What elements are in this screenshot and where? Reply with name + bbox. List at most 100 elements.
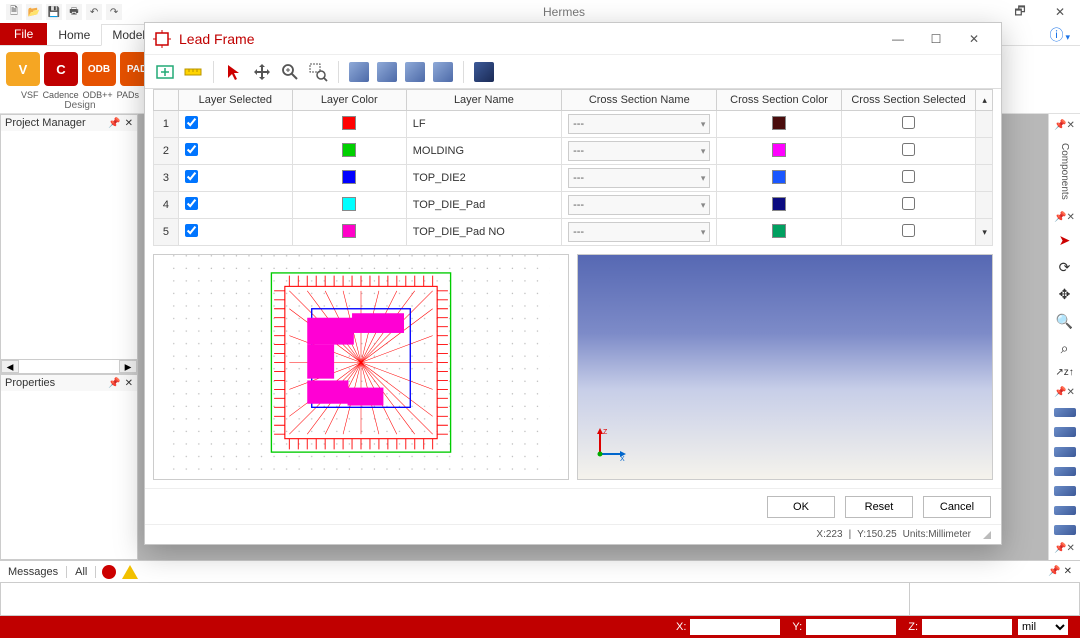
layer-selected-checkbox[interactable] (185, 143, 198, 156)
orbit-tool-icon[interactable]: ⟳ (1054, 258, 1076, 277)
panel-close-icon[interactable]: ✕ (125, 118, 133, 129)
layer-selected-checkbox[interactable] (185, 116, 198, 129)
view-iso-icon[interactable] (1054, 408, 1076, 418)
pin-icon[interactable]: 📌 ✕ (1040, 566, 1080, 577)
scroll-left-icon[interactable]: ◂ (1, 360, 19, 373)
scroll-down-icon[interactable]: ▾ (976, 219, 993, 246)
cross-section-select[interactable]: --- (568, 195, 710, 215)
qat-redo-icon[interactable]: ↷ (106, 4, 122, 20)
col-layer-selected[interactable]: Layer Selected (178, 90, 292, 111)
cs-selected-checkbox[interactable] (902, 143, 915, 156)
import-icon[interactable] (153, 60, 177, 84)
axis-icon[interactable]: ↗z↑ (1054, 366, 1076, 379)
scroll-up-icon[interactable]: ▴ (976, 90, 993, 111)
messages-all-label[interactable]: All (67, 566, 96, 578)
cross-section-select[interactable]: --- (568, 141, 710, 161)
design-odb-button[interactable]: ODB (82, 52, 116, 86)
preview-3d[interactable]: Z X (577, 254, 993, 480)
cross-section-select[interactable]: --- (568, 222, 710, 242)
cross-section-select[interactable]: --- (568, 168, 710, 188)
project-manager-body[interactable] (1, 131, 137, 359)
warning-filter-icon[interactable] (122, 565, 138, 579)
layer-name-cell[interactable]: TOP_DIE2 (406, 165, 561, 192)
close-icon[interactable]: ✕ (1040, 0, 1080, 24)
design-vsf-button[interactable]: V (6, 52, 40, 86)
properties-body[interactable] (1, 391, 137, 559)
qat-new-icon[interactable]: 🗎 (6, 4, 22, 20)
pin-icon[interactable]: 📌✕ (1054, 212, 1075, 223)
col-layer-name[interactable]: Layer Name (406, 90, 561, 111)
tab-home[interactable]: Home (47, 24, 101, 45)
cs-selected-checkbox[interactable] (902, 116, 915, 129)
layer-color-swatch[interactable] (342, 170, 356, 184)
design-cadence-button[interactable]: C (44, 52, 78, 86)
dialog-maximize-icon[interactable]: ☐ (917, 24, 955, 54)
layer-name-cell[interactable]: TOP_DIE_Pad (406, 192, 561, 219)
layer-selected-checkbox[interactable] (185, 197, 198, 210)
cs-color-swatch[interactable] (772, 170, 786, 184)
layer-color-swatch[interactable] (342, 116, 356, 130)
view-back-icon[interactable] (1054, 506, 1076, 516)
view-top-icon[interactable] (1054, 427, 1076, 437)
col-cs-name[interactable]: Cross Section Name (562, 90, 717, 111)
view-bottom-icon[interactable] (1054, 525, 1076, 535)
solid-view-icon[interactable] (472, 60, 496, 84)
preview-2d[interactable] (153, 254, 569, 480)
layer-color-swatch[interactable] (342, 197, 356, 211)
pin-icon[interactable]: 📌✕ (1054, 120, 1075, 131)
pin-icon[interactable]: 📌 (108, 118, 120, 129)
components-tab[interactable]: Components (1059, 139, 1070, 204)
cs-color-swatch[interactable] (772, 116, 786, 130)
col-cs-color[interactable]: Cross Section Color (717, 90, 841, 111)
top-view-icon[interactable] (375, 60, 399, 84)
cs-color-swatch[interactable] (772, 143, 786, 157)
dialog-close-icon[interactable]: ✕ (955, 24, 993, 54)
ruler-icon[interactable] (181, 60, 205, 84)
layer-name-cell[interactable]: LF (406, 111, 561, 138)
right-view-icon[interactable] (431, 60, 455, 84)
cs-selected-checkbox[interactable] (902, 197, 915, 210)
pan-tool-icon[interactable]: ✥ (1054, 285, 1076, 304)
cs-selected-checkbox[interactable] (902, 224, 915, 237)
layer-color-swatch[interactable] (342, 224, 356, 238)
help-dropdown[interactable]: ⓘ▾ (1039, 25, 1080, 45)
panel-close-icon[interactable]: ✕ (125, 378, 133, 389)
sb-x-input[interactable] (690, 619, 780, 635)
col-layer-color[interactable]: Layer Color (292, 90, 406, 111)
dialog-minimize-icon[interactable]: — (879, 24, 917, 54)
zoom-window-icon[interactable] (306, 60, 330, 84)
table-row[interactable]: 3 TOP_DIE2 --- (154, 165, 993, 192)
cs-color-swatch[interactable] (772, 197, 786, 211)
sb-z-input[interactable] (922, 619, 1012, 635)
view-left-icon[interactable] (1054, 486, 1076, 496)
messages-label[interactable]: Messages (0, 566, 67, 578)
qat-save-icon[interactable]: 💾 (46, 4, 62, 20)
zoom-tool-icon[interactable]: 🔍 (1054, 312, 1076, 331)
iso-view-icon[interactable] (347, 60, 371, 84)
messages-log[interactable] (1, 583, 909, 615)
select-tool-icon[interactable]: ➤ (1054, 231, 1076, 250)
table-row[interactable]: 2 MOLDING --- (154, 138, 993, 165)
move-icon[interactable] (250, 60, 274, 84)
error-filter-icon[interactable] (102, 565, 116, 579)
layer-selected-checkbox[interactable] (185, 170, 198, 183)
cs-selected-checkbox[interactable] (902, 170, 915, 183)
qat-undo-icon[interactable]: ↶ (86, 4, 102, 20)
layer-name-cell[interactable]: TOP_DIE_Pad NO (406, 219, 561, 246)
layer-selected-checkbox[interactable] (185, 224, 198, 237)
zoom-icon[interactable] (278, 60, 302, 84)
pointer-icon[interactable] (222, 60, 246, 84)
sb-y-input[interactable] (806, 619, 896, 635)
file-tab[interactable]: File (0, 23, 47, 45)
ok-button[interactable]: OK (767, 496, 835, 518)
resize-grip-icon[interactable] (983, 531, 991, 539)
table-row[interactable]: 5 TOP_DIE_Pad NO --- ▾ (154, 219, 993, 246)
reset-button[interactable]: Reset (845, 496, 913, 518)
col-cs-selected[interactable]: Cross Section Selected (841, 90, 976, 111)
scroll-right-icon[interactable]: ▸ (119, 360, 137, 373)
view-front-icon[interactable] (1054, 447, 1076, 457)
messages-side[interactable] (909, 583, 1079, 615)
layer-color-swatch[interactable] (342, 143, 356, 157)
table-row[interactable]: 4 TOP_DIE_Pad --- (154, 192, 993, 219)
layer-name-cell[interactable]: MOLDING (406, 138, 561, 165)
